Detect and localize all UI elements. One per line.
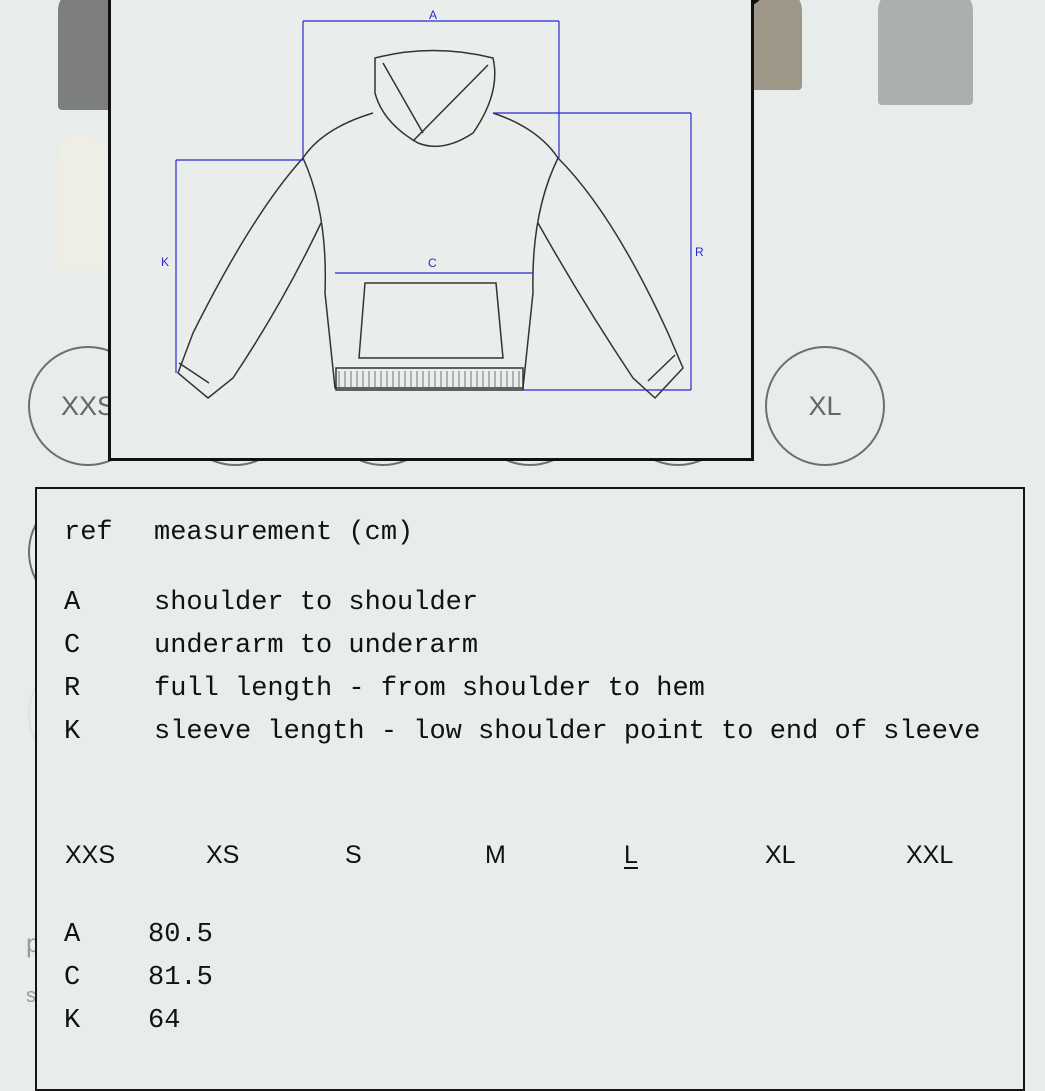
header-measurement: measurement (cm) — [154, 518, 414, 548]
size-tab-xxs[interactable]: XXS — [65, 843, 115, 868]
value-ref: C — [64, 963, 81, 993]
product-thumbnail-sage[interactable] — [878, 0, 973, 105]
row-desc: underarm to underarm — [154, 631, 479, 661]
measurement-table: ref measurement (cm) A shoulder to shoul… — [35, 487, 1025, 1091]
label-k: K — [161, 255, 169, 269]
row-desc: shoulder to shoulder — [154, 588, 479, 618]
value: 81.5 — [148, 963, 213, 993]
row-ref: R — [64, 674, 81, 704]
header-ref: ref — [64, 518, 113, 548]
size-chart-image: A C K R — [108, 0, 754, 461]
label-a: A — [429, 8, 437, 22]
size-tab-xl[interactable]: XL — [765, 843, 796, 868]
row-desc: sleeve length - low shoulder point to en… — [154, 717, 981, 747]
size-tab-m[interactable]: M — [485, 843, 506, 868]
row-ref: A — [64, 588, 81, 618]
hoodie-diagram: A C K R — [161, 8, 704, 400]
row-ref: K — [64, 717, 81, 747]
label-c: C — [428, 256, 437, 270]
product-thumbnail-cream[interactable] — [58, 135, 108, 270]
row-ref: C — [64, 631, 81, 661]
value-ref: A — [64, 920, 81, 950]
value: 64 — [148, 1006, 181, 1036]
size-option-xl[interactable]: XL — [765, 346, 885, 466]
row-desc: full length - from shoulder to hem — [154, 674, 705, 704]
size-tab-xxl[interactable]: XXL — [906, 843, 953, 868]
size-tab-xs[interactable]: XS — [206, 843, 239, 868]
product-thumbnail-taupe[interactable] — [750, 0, 802, 90]
value-ref: K — [64, 1006, 81, 1036]
size-tab-l-selected[interactable]: L — [624, 843, 638, 868]
label-r: R — [695, 245, 704, 259]
size-tab-s[interactable]: S — [345, 843, 362, 868]
value: 80.5 — [148, 920, 213, 950]
